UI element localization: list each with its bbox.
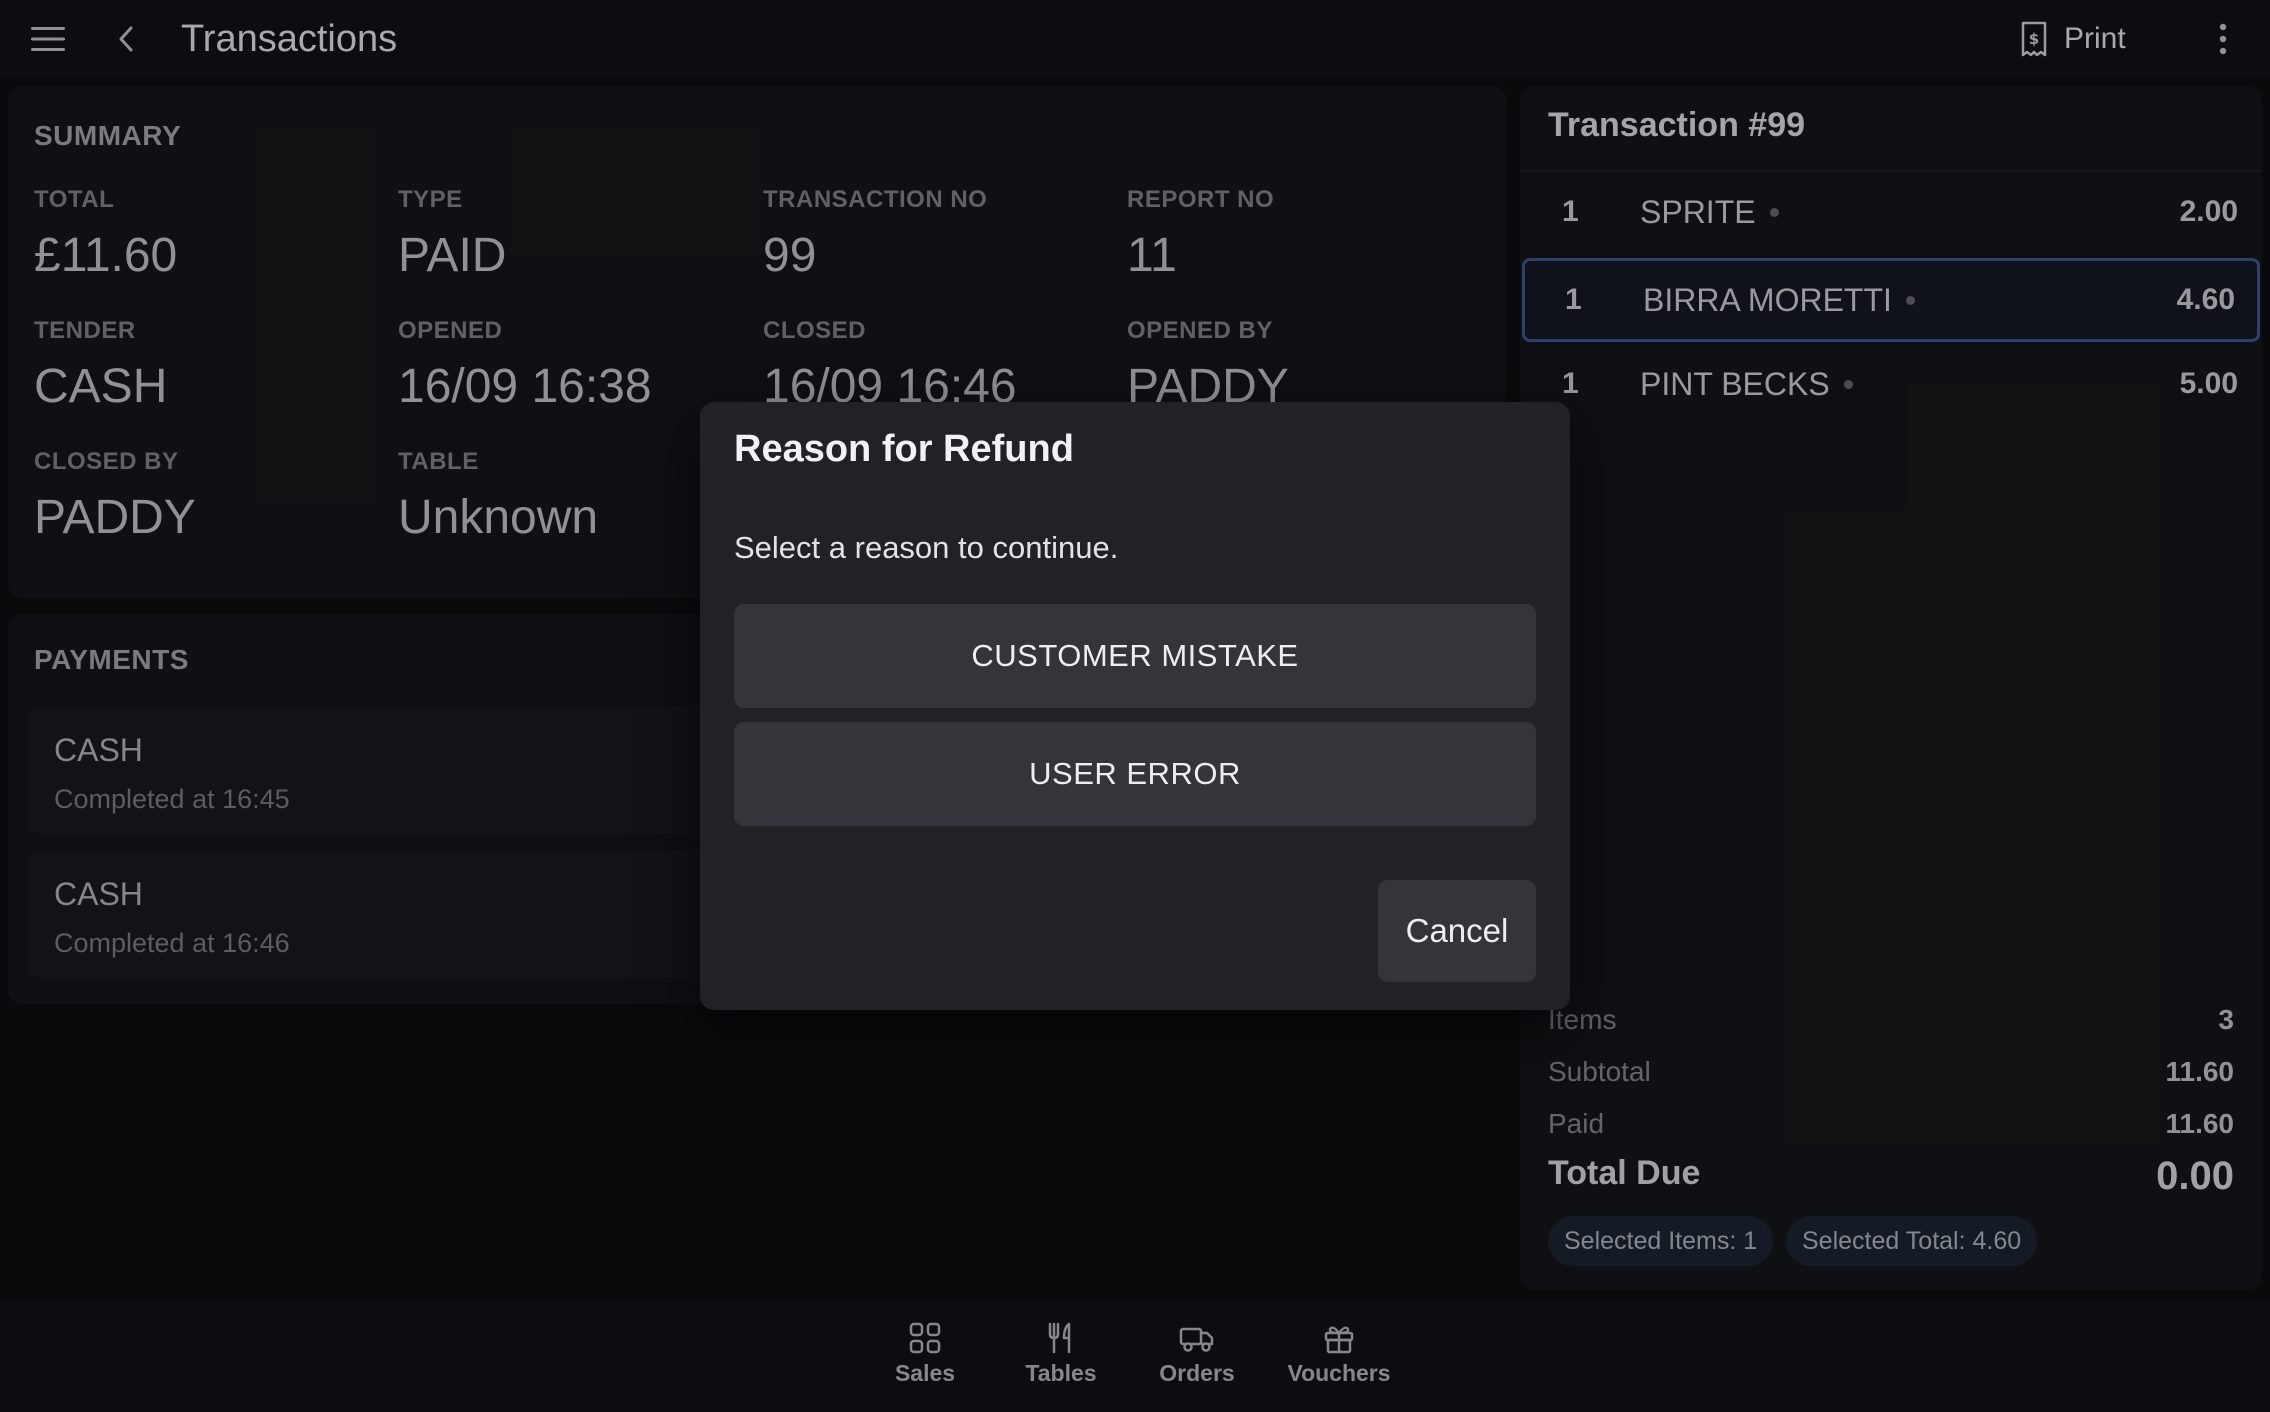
dialog-title: Reason for Refund: [734, 428, 1074, 470]
customer-mistake-button[interactable]: CUSTOMER MISTAKE: [734, 604, 1536, 708]
cancel-button[interactable]: Cancel: [1378, 880, 1536, 982]
dialog-message: Select a reason to continue.: [734, 530, 1119, 565]
refund-reason-dialog: Reason for Refund Select a reason to con…: [700, 402, 1570, 1010]
user-error-button[interactable]: USER ERROR: [734, 722, 1536, 826]
